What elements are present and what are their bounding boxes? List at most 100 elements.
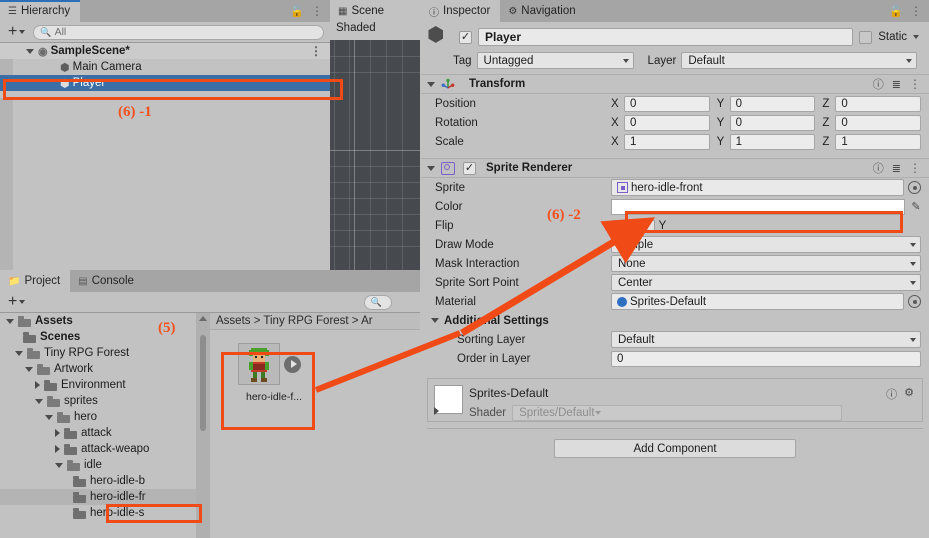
order-in-layer-field[interactable]: 0: [611, 350, 921, 367]
chevron-right-icon[interactable]: [55, 429, 60, 437]
lock-icon[interactable]: 🔓: [290, 5, 304, 18]
hierarchy-row-samplescene[interactable]: ◉ SampleScene* ⋮: [0, 43, 330, 59]
tab-hierarchy[interactable]: ☰ Hierarchy: [0, 0, 81, 22]
project-splitter[interactable]: [196, 313, 210, 538]
sprite-sort-point-dropdown[interactable]: Center: [611, 274, 921, 291]
project-tree-item[interactable]: idle: [0, 457, 196, 473]
hierarchy-row-main-camera[interactable]: ⬢ Main Camera: [0, 59, 330, 75]
lock-icon[interactable]: 🔓: [889, 5, 903, 18]
scale-z-field[interactable]: 1: [835, 133, 922, 150]
preset-icon[interactable]: ≣: [892, 78, 901, 91]
draw-mode-dropdown[interactable]: Simple: [611, 236, 921, 253]
kebab-menu-icon[interactable]: ⋮: [909, 78, 921, 90]
kebab-menu-icon[interactable]: ⋮: [310, 45, 322, 57]
gameobject-icon[interactable]: ⬢: [427, 25, 453, 49]
chevron-down-icon[interactable]: [55, 462, 63, 468]
triangle-right-icon[interactable]: [434, 407, 439, 415]
chevron-down-icon[interactable]: [431, 318, 439, 323]
material-object-field[interactable]: Sprites-Default: [611, 293, 904, 310]
position-x-field[interactable]: 0: [624, 95, 710, 112]
shader-dropdown[interactable]: Sprites/Default: [512, 405, 843, 421]
tab-console[interactable]: ▤ Console: [70, 270, 144, 292]
scale-x-field[interactable]: 1: [624, 133, 710, 150]
chevron-down-icon[interactable]: [6, 318, 14, 324]
sprite-renderer-component-header[interactable]: ✓ Sprite Renderer ⓘ ≣ ⋮: [421, 158, 929, 178]
object-picker-icon[interactable]: [908, 181, 921, 194]
gameobject-name-field[interactable]: Player: [478, 28, 854, 46]
scene-draw-mode[interactable]: Shaded: [330, 22, 420, 40]
project-tree-item[interactable]: hero: [0, 409, 196, 425]
gameobject-enabled-checkbox[interactable]: ✓: [459, 30, 472, 44]
rotation-y-field[interactable]: 0: [729, 114, 816, 131]
tab-navigation[interactable]: ⚙ Navigation: [500, 0, 586, 22]
chevron-down-icon[interactable]: [15, 350, 23, 356]
chevron-down-icon[interactable]: [25, 366, 33, 372]
sprite-object-field[interactable]: hero-idle-front: [611, 179, 904, 196]
mask-interaction-dropdown[interactable]: None: [611, 255, 921, 272]
vertical-scrollbar[interactable]: [200, 335, 206, 431]
tab-inspector[interactable]: ⓘ Inspector: [421, 0, 501, 22]
chevron-down-icon[interactable]: [427, 165, 435, 171]
chevron-down-icon[interactable]: [913, 35, 919, 39]
add-gameobject-button[interactable]: +: [4, 24, 29, 40]
project-tree-item[interactable]: attack-weapo: [0, 441, 196, 457]
project-tree-item[interactable]: Environment: [0, 377, 196, 393]
breadcrumb[interactable]: Assets > Tiny RPG Forest > Ar: [210, 313, 420, 330]
chevron-down-icon[interactable]: [45, 414, 53, 420]
transform-component-header[interactable]: Transform ⓘ ≣ ⋮: [421, 74, 929, 94]
rotation-z-field[interactable]: 0: [835, 114, 922, 131]
hero-sprite-image: [249, 348, 269, 382]
project-tree-item[interactable]: Tiny RPG Forest: [0, 345, 196, 361]
tab-scene[interactable]: ▦ Scene: [330, 0, 420, 22]
tag-dropdown[interactable]: Untagged: [476, 52, 634, 69]
chevron-down-icon[interactable]: [427, 81, 435, 87]
help-icon[interactable]: ⓘ: [886, 386, 897, 402]
object-picker-icon[interactable]: [908, 295, 921, 308]
help-icon[interactable]: ⓘ: [873, 76, 884, 92]
hero-sprite-thumbnail[interactable]: [238, 343, 280, 385]
project-tree-item[interactable]: sprites: [0, 393, 196, 409]
kebab-menu-icon[interactable]: ⋮: [311, 5, 323, 17]
project-tree-item[interactable]: Scenes: [0, 329, 196, 345]
chevron-right-icon[interactable]: [55, 445, 60, 453]
sorting-layer-dropdown[interactable]: Default: [611, 331, 921, 348]
scroll-up-icon[interactable]: [199, 316, 207, 321]
color-swatch-field[interactable]: [611, 198, 905, 215]
eyedropper-icon[interactable]: ✎: [909, 200, 923, 213]
flip-y-checkbox[interactable]: [642, 219, 655, 232]
project-search-input[interactable]: 🔍: [363, 294, 392, 310]
gear-icon[interactable]: ⚙: [904, 386, 914, 402]
project-tree-item[interactable]: hero-idle-s: [0, 505, 196, 521]
project-tree-item[interactable]: hero-idle-b: [0, 473, 196, 489]
chevron-down-icon[interactable]: [26, 48, 34, 54]
project-tree-item[interactable]: attack: [0, 425, 196, 441]
sprite-renderer-enabled-checkbox[interactable]: ✓: [463, 161, 476, 175]
tab-project[interactable]: 📁 Project: [0, 270, 71, 292]
flip-x-checkbox[interactable]: [611, 219, 623, 232]
add-component-button[interactable]: Add Component: [554, 439, 796, 458]
layer-dropdown[interactable]: Default: [681, 52, 917, 69]
project-tree-item-selected[interactable]: hero-idle-fr: [0, 489, 196, 505]
preset-icon[interactable]: ≣: [892, 162, 901, 175]
position-y-field[interactable]: 0: [729, 95, 816, 112]
hierarchy-row-player[interactable]: ⬢ Player: [0, 75, 330, 91]
create-asset-button[interactable]: +: [4, 294, 29, 310]
scale-y-field[interactable]: 1: [729, 133, 816, 150]
sprite-sort-point-row: Sprite Sort Point Center: [421, 273, 929, 292]
rotation-x-field[interactable]: 0: [624, 114, 710, 131]
help-icon[interactable]: ⓘ: [873, 160, 884, 176]
hierarchy-search-input[interactable]: 🔍 All: [33, 24, 324, 40]
kebab-menu-icon[interactable]: ⋮: [910, 5, 922, 17]
kebab-menu-icon[interactable]: ⋮: [909, 162, 921, 174]
additional-settings-header[interactable]: Additional Settings: [421, 311, 929, 330]
project-tree-item[interactable]: Assets: [0, 313, 196, 329]
hierarchy-row-label: Main Camera: [72, 61, 142, 73]
position-z-field[interactable]: 0: [835, 95, 922, 112]
static-checkbox[interactable]: [859, 30, 873, 44]
play-icon[interactable]: [284, 355, 301, 373]
chevron-down-icon[interactable]: [35, 398, 43, 404]
scene-viewport[interactable]: [330, 40, 420, 270]
chevron-right-icon[interactable]: [35, 381, 40, 389]
project-tree-item[interactable]: Artwork: [0, 361, 196, 377]
asset-grid-item[interactable]: hero-idle-f...: [228, 335, 320, 403]
